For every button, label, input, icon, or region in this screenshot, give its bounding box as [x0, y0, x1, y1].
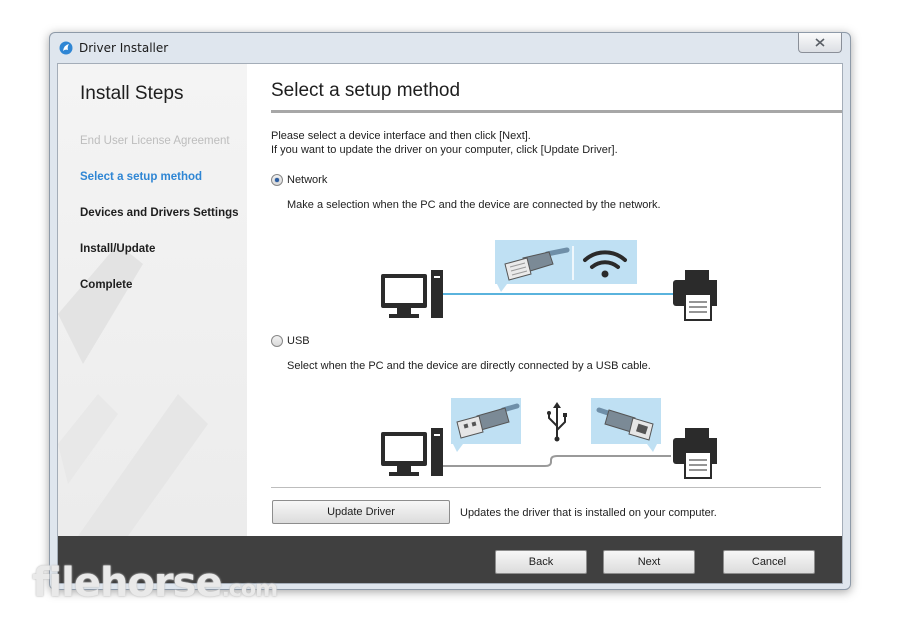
network-description: Make a selection when the PC and the dev…: [287, 199, 661, 211]
filehorse-watermark: filehorse.com: [32, 560, 278, 606]
watermark-suffix: .com: [221, 577, 278, 602]
usb-radio[interactable]: USB: [271, 335, 310, 347]
page-title: Select a setup method: [271, 80, 461, 101]
close-icon: [815, 38, 825, 47]
step-install-update: Install/Update: [80, 243, 156, 255]
next-button[interactable]: Next: [603, 550, 695, 574]
dialog-client-area: Install Steps End User License Agreement…: [57, 63, 843, 584]
sidebar-heading: Install Steps: [80, 83, 184, 104]
network-radio[interactable]: Network: [271, 174, 327, 186]
radio-indicator[interactable]: [271, 335, 283, 347]
step-eula: End User License Agreement: [80, 135, 230, 147]
network-connection-illustration: [381, 240, 717, 321]
usb-connection-illustration: [381, 398, 717, 479]
usb-cable-line: [443, 455, 671, 467]
installer-app-icon: [59, 41, 73, 55]
radio-indicator-checked[interactable]: [271, 174, 283, 186]
network-radio-label[interactable]: Network: [287, 174, 327, 186]
computer-icon: [381, 428, 443, 476]
title-bar[interactable]: Driver Installer: [50, 33, 850, 63]
usb-description: Select when the PC and the device are di…: [287, 360, 651, 372]
update-driver-button[interactable]: Update Driver: [272, 500, 450, 524]
back-button[interactable]: Back: [495, 550, 587, 574]
watermark-text: filehorse: [32, 560, 223, 606]
instruction-line-2: If you want to update the driver on your…: [271, 144, 618, 156]
step-devices-drivers-settings: Devices and Drivers Settings: [80, 207, 239, 219]
instruction-line-1: Please select a device interface and the…: [271, 130, 531, 142]
title-divider: [271, 110, 842, 113]
steps-sidebar: Install Steps End User License Agreement…: [58, 64, 247, 536]
cancel-button[interactable]: Cancel: [723, 550, 815, 574]
main-panel: Select a setup method Please select a de…: [247, 64, 842, 536]
options-divider: [271, 487, 821, 488]
installer-window: Driver Installer Install Steps End User …: [49, 32, 851, 590]
printer-icon: [673, 428, 717, 479]
window-title: Driver Installer: [79, 41, 169, 55]
printer-icon: [673, 270, 717, 321]
step-complete: Complete: [80, 279, 133, 291]
close-button[interactable]: [798, 33, 842, 53]
usb-symbol-icon: [547, 402, 567, 442]
computer-icon: [381, 270, 443, 318]
step-select-setup-method: Select a setup method: [80, 171, 203, 183]
usb-radio-label[interactable]: USB: [287, 335, 310, 347]
update-driver-note: Updates the driver that is installed on …: [460, 507, 717, 519]
